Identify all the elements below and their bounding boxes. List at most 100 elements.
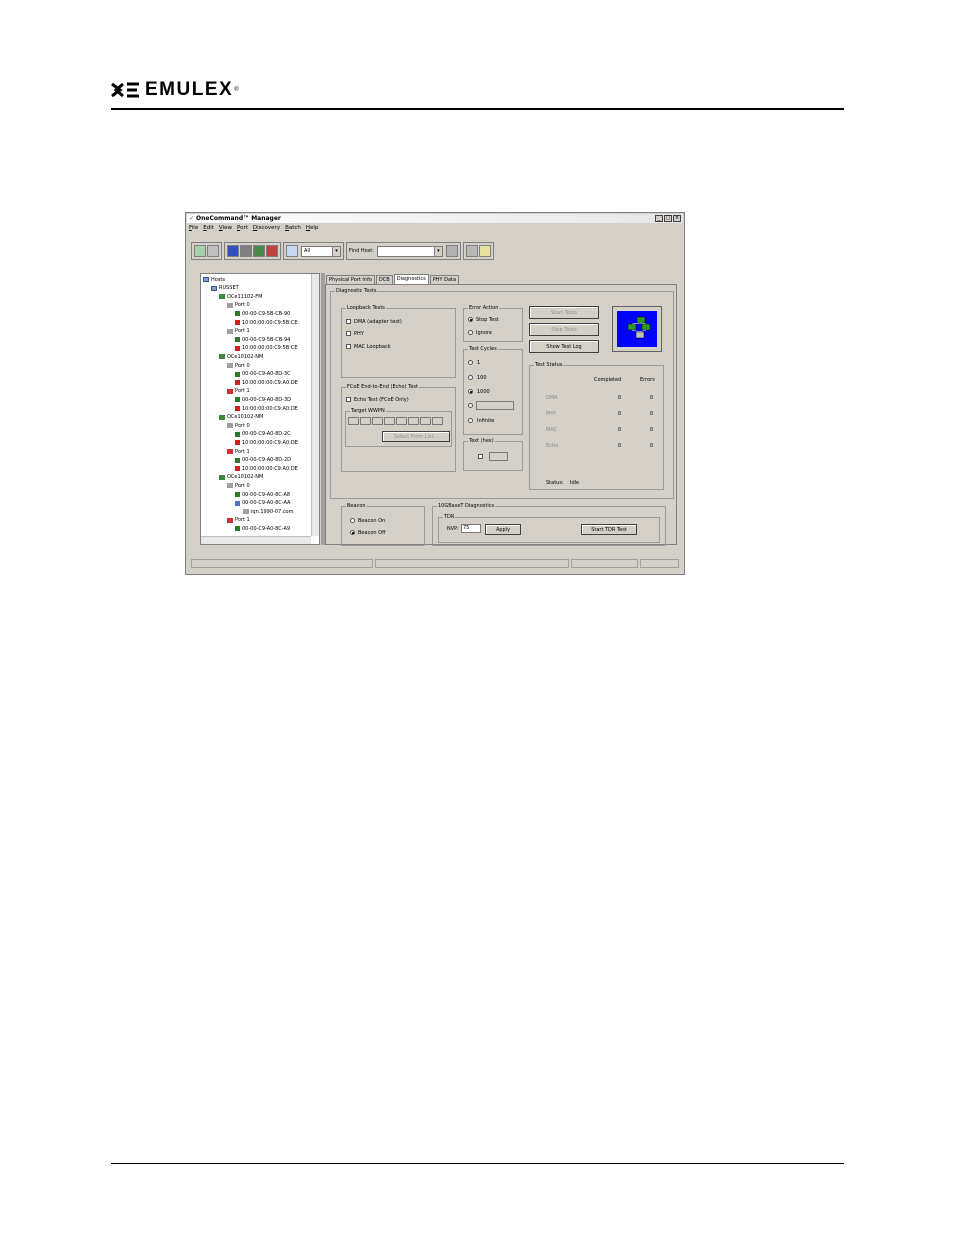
refresh-icon[interactable] bbox=[194, 245, 206, 257]
test-hex-checkbox[interactable] bbox=[478, 454, 483, 459]
menu-file[interactable]: File bbox=[189, 225, 198, 231]
echo-test-checkbox[interactable] bbox=[346, 397, 351, 402]
tree-item[interactable]: 00-00-C9-A0-8D-3C bbox=[235, 371, 291, 378]
menu-edit[interactable]: Edit bbox=[203, 225, 214, 231]
tree-item-label: 00-00-C9-A0-8C-A9 bbox=[242, 525, 291, 532]
tree-item[interactable]: Port 0 bbox=[227, 482, 250, 489]
tree-item[interactable]: 00-00-C9-A0-8D-3D bbox=[235, 396, 291, 403]
tab-physical-port-info[interactable]: Physical Port Info bbox=[326, 275, 375, 284]
tree-horizontal-scrollbar[interactable] bbox=[201, 536, 311, 544]
tree-item[interactable]: RUSSET bbox=[211, 285, 239, 292]
tree-item[interactable]: 00-00-C9-A0-8C-AA bbox=[235, 500, 290, 507]
tab-diagnostics[interactable]: Diagnostics bbox=[393, 274, 429, 284]
tree-item[interactable]: 10:00:00:00:C9:A0:DE bbox=[235, 465, 298, 472]
menu-batch[interactable]: Batch bbox=[285, 225, 301, 231]
tree-item[interactable]: 00-00-C9-A0-8D-2D bbox=[235, 457, 291, 464]
tree-item[interactable]: OCe10102-NM bbox=[219, 474, 263, 481]
stop-test-radio[interactable] bbox=[468, 317, 473, 322]
tree-item[interactable]: 00-00-C9-5B-CB-94 bbox=[235, 336, 290, 343]
tree-item[interactable]: OCe10102-NM bbox=[219, 414, 263, 421]
tab-phy-data[interactable]: PHY Data bbox=[429, 275, 460, 284]
find-host-input[interactable]: ▾ bbox=[376, 245, 443, 257]
tree-item[interactable]: 00-00-C9-A0-8D-2C bbox=[235, 431, 291, 438]
chevron-down-icon[interactable]: ▾ bbox=[332, 246, 340, 256]
maximize-button[interactable]: □ bbox=[664, 215, 672, 222]
cycles-1000-radio[interactable] bbox=[468, 389, 473, 394]
back-icon[interactable] bbox=[465, 245, 478, 257]
beacon-on-radio[interactable] bbox=[350, 518, 355, 523]
test-hex-input[interactable] bbox=[489, 452, 508, 461]
adapter-icon bbox=[219, 354, 225, 360]
tree-item-label: 00-00-C9-A0-8C-A8 bbox=[242, 491, 291, 498]
mac-loopback-checkbox[interactable] bbox=[346, 344, 351, 349]
phy-checkbox[interactable] bbox=[346, 331, 351, 336]
cycles-1-radio[interactable] bbox=[468, 360, 473, 365]
tree-item-label: 00-00-C9-A0-8D-2C bbox=[242, 431, 291, 438]
cycles-custom-input[interactable] bbox=[476, 401, 514, 410]
start-tdr-test-button[interactable]: Start TDR Test bbox=[581, 524, 637, 535]
vport-view-icon[interactable] bbox=[253, 245, 265, 257]
tree-item[interactable]: Port 0 bbox=[227, 362, 250, 369]
tree-item[interactable]: Port 1 bbox=[227, 517, 250, 524]
menu-port[interactable]: Port bbox=[237, 225, 248, 231]
nic-icon bbox=[235, 457, 240, 463]
port-down-icon bbox=[227, 517, 233, 523]
tdr-group: TDR NVP: 75 Apply Start TDR Test bbox=[438, 514, 660, 543]
menu-view[interactable]: View bbox=[219, 225, 232, 231]
host-tree[interactable]: Hosts RUSSET OCe11102-FM Port 0 00-00-C9-5B-… bbox=[200, 273, 320, 545]
tree-item[interactable]: 10:00:00:00:C9:5B:CE bbox=[235, 319, 298, 326]
close-button[interactable]: × bbox=[673, 215, 681, 222]
select-from-list-button[interactable]: Select From List... bbox=[382, 431, 450, 442]
tree-item[interactable]: 00-00-C9-A0-8C-A8 bbox=[235, 491, 290, 498]
minimize-button[interactable]: _ bbox=[655, 215, 663, 222]
tree-item-label: RUSSET bbox=[219, 285, 239, 292]
tree-item[interactable]: Port 1 bbox=[227, 448, 250, 455]
chevron-down-icon[interactable]: ▾ bbox=[433, 246, 442, 256]
tree-item[interactable]: 10:00:00:00:C9:A0:DE bbox=[235, 405, 298, 412]
discovery-icon[interactable] bbox=[207, 245, 219, 257]
tree-item[interactable]: OCe10102-NM bbox=[219, 353, 263, 360]
virtual-view-icon[interactable] bbox=[266, 245, 278, 257]
nvp-label: NVP: bbox=[447, 526, 459, 532]
tab-dcb[interactable]: DCB bbox=[375, 275, 393, 284]
tree-item[interactable]: Port 0 bbox=[227, 422, 250, 429]
cycles-100-radio[interactable] bbox=[468, 375, 473, 380]
tree-item[interactable]: iqn.1990-07.com bbox=[243, 508, 293, 515]
menu-discovery[interactable]: Discovery bbox=[253, 225, 280, 231]
fabric-view-icon[interactable] bbox=[240, 245, 252, 257]
tree-item[interactable]: Port 1 bbox=[227, 328, 250, 335]
tree-item-label: 10:00:00:00:C9:5B:CE bbox=[242, 319, 298, 326]
cycles-infinite-radio[interactable] bbox=[468, 418, 473, 423]
dma-checkbox[interactable] bbox=[346, 319, 351, 324]
tree-item[interactable]: 10:00:00:00:C9:A0:DE bbox=[235, 379, 298, 386]
port-icon bbox=[227, 423, 233, 429]
status-row-name: MAC bbox=[546, 427, 558, 433]
tree-item[interactable]: Port 0 bbox=[227, 302, 250, 309]
find-host-go-icon[interactable] bbox=[445, 245, 458, 257]
status-row-errors: 0 bbox=[650, 427, 654, 433]
tree-item[interactable]: OCe11102-FM bbox=[219, 293, 262, 300]
tree-item[interactable]: 10:00:00:00:C9:5B:CE bbox=[235, 345, 298, 352]
beacon-off-radio[interactable] bbox=[350, 530, 355, 535]
host-view-icon[interactable] bbox=[227, 245, 239, 257]
status-row-errors: 0 bbox=[650, 395, 654, 401]
nvp-input[interactable]: 75 bbox=[461, 524, 481, 533]
show-test-log-button[interactable]: Show Test Log bbox=[529, 340, 599, 353]
filter-icon[interactable] bbox=[286, 245, 298, 257]
tree-item[interactable]: Port 1 bbox=[227, 388, 250, 395]
filter-select[interactable]: All ▾ bbox=[301, 245, 341, 257]
tree-item[interactable]: 10:00:00:00:C9:A0:DE bbox=[235, 439, 298, 446]
ignore-radio[interactable] bbox=[468, 330, 473, 335]
start-tests-button[interactable]: Start Tests bbox=[529, 306, 599, 319]
help-icon[interactable] bbox=[478, 245, 491, 257]
cycles-custom-radio[interactable] bbox=[468, 403, 473, 408]
menu-help[interactable]: Help bbox=[306, 225, 319, 231]
tree-item[interactable]: Hosts bbox=[203, 276, 225, 283]
tree-item-label: 00-00-C9-5B-CB-94 bbox=[242, 336, 291, 343]
tree-item[interactable]: 00-00-C9-A0-8C-A9 bbox=[235, 525, 290, 532]
tree-item[interactable]: 00-00-C9-5B-CB-90 bbox=[235, 310, 290, 317]
apply-button[interactable]: Apply bbox=[485, 524, 521, 535]
stop-tests-button[interactable]: Stop Tests bbox=[529, 323, 599, 336]
tree-vertical-scrollbar[interactable] bbox=[311, 274, 319, 536]
tree-item-label: 00-00-C9-A0-8D-3C bbox=[242, 371, 291, 378]
